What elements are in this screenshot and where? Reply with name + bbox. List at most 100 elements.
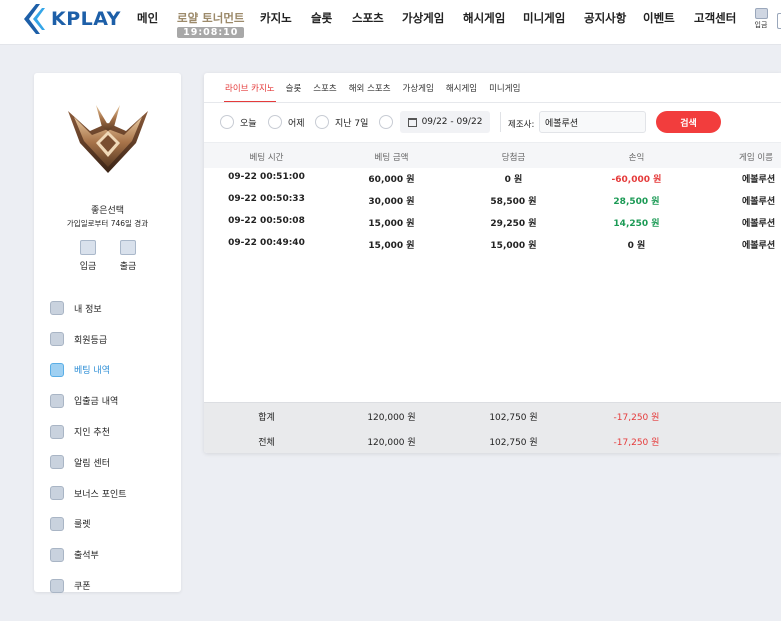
nav-customer-center[interactable]: 고객센터 [694,10,736,26]
nav-royal-tournament[interactable]: 로얄 토너먼트 19:08:10 [177,10,245,38]
column-bet-time: 베팅 시간 [249,153,284,163]
deposit-button[interactable]: 입금 [76,240,100,272]
menu-item-attendance[interactable]: 출석부 [50,539,175,570]
date-range-value: 09/22 - 09/22 [421,117,483,127]
bet-time: 09-22 00:50:33 [228,194,305,204]
filter-bar: 오늘 어제 지난 7일 09/22 - 09/22 제조사: 검색 [204,104,781,142]
game-category-tabs: 라이브 카지노 슬롯 스포츠 해외 스포츠 가상게임 해시게임 미니게임 [224,73,532,103]
column-bet-amount: 베팅 금액 [374,153,409,163]
column-profit-loss: 손익 [628,153,645,163]
filter-yesterday-label: 어제 [288,118,305,129]
winnings: 58,500 원 [490,197,537,207]
tab-hash-game[interactable]: 해시게임 [446,82,477,103]
logo-chevron-icon [24,4,45,34]
menu-item-coupon[interactable]: 쿠폰 [50,570,175,601]
nav-hash-game[interactable]: 해시게임 [463,10,505,26]
bet-time: 09-22 00:49:40 [228,238,305,248]
nav-main[interactable]: 메인 [137,10,158,26]
menu-item-transaction-history[interactable]: 입출금 내역 [50,385,175,416]
search-button[interactable]: 검색 [656,111,721,133]
deposit-icon [754,8,768,19]
tab-virtual-game[interactable]: 가상게임 [403,82,434,103]
nav-mini-game[interactable]: 미니게임 [523,10,565,26]
withdraw-label: 출금 [119,262,137,272]
profit-loss: 28,500 원 [613,197,660,207]
tab-mini-game[interactable]: 미니게임 [489,82,520,103]
game-name: 에볼루션 [742,241,776,251]
menu-item-label: 내 정보 [74,304,102,315]
nav-sports[interactable]: 스포츠 [352,10,384,26]
bet-time: 09-22 00:50:08 [228,216,305,226]
winnings: 29,250 원 [490,219,537,229]
menu-item-label: 알림 센터 [74,458,110,469]
game-name: 에볼루션 [742,175,776,185]
table-row: 09-22 00:49:40 15,000 원 15,000 원 0 원 에볼루… [204,234,781,256]
total-row: 전체 120,000 원 102,750 원 -17,250 원 [204,428,781,453]
nav-virtual-game[interactable]: 가상게임 [402,10,444,26]
withdraw-button[interactable]: 출금 [116,240,140,272]
nav-edge-icon[interactable] [777,13,781,29]
bet-amount: 60,000 원 [368,175,415,185]
menu-item-label: 출석부 [74,551,99,562]
tournament-timer: 19:08:10 [177,27,245,38]
bet-time: 09-22 00:51:00 [228,172,305,182]
table-row: 09-22 00:50:33 30,000 원 58,500 원 28,500 … [204,190,781,212]
nav-casino[interactable]: 카지노 [260,10,292,26]
nav-notice[interactable]: 공지사항 [584,10,626,26]
deposit-label: 입금 [79,262,97,272]
menu-item-my-info[interactable]: 내 정보 [50,293,175,324]
column-game-name: 게임 이름 [739,153,773,163]
subtotal-profit-loss: -17,250 원 [613,413,660,423]
nav-event[interactable]: 이벤트 [643,10,675,26]
filter-last7-radio[interactable]: 지난 7일 [315,115,368,129]
bet-amount: 15,000 원 [368,241,415,251]
tab-overseas-sports[interactable]: 해외 스포츠 [349,82,391,103]
filter-custom-radio[interactable] [379,115,399,129]
nav-slot[interactable]: 슬롯 [311,10,332,26]
radio-circle [268,115,282,129]
account-menu: 내 정보 회원등급 베팅 내역 입출금 내역 지인 추천 알림 센터 보너스 포… [50,293,175,601]
menu-item-label: 지인 추천 [74,428,110,439]
maker-label: 제조사: [508,120,535,130]
menu-item-label: 룰렛 [74,520,91,531]
menu-item-betting-history[interactable]: 베팅 내역 [50,355,175,386]
calendar-icon [407,117,417,127]
table-footer: 합계 120,000 원 102,750 원 -17,250 원 전체 120,… [204,402,781,453]
menu-item-referral[interactable]: 지인 추천 [50,416,175,447]
filter-divider [500,112,501,132]
subtotal-label: 합계 [258,413,275,423]
table-header: 베팅 시간 베팅 금액 당첨금 손익 게임 이름 [204,142,781,168]
total-winnings: 102,750 원 [489,438,538,448]
maker-input[interactable] [539,111,646,133]
tab-sports[interactable]: 스포츠 [313,82,336,103]
nav-deposit-button[interactable]: 입금 [752,8,770,30]
chat-icon [50,455,64,470]
withdraw-icon [120,240,136,255]
profit-loss: 14,250 원 [613,219,660,229]
user-name: 좋은선택 [90,206,125,216]
menu-item-member-grade[interactable]: 회원등급 [50,324,175,355]
recommend-icon [50,424,64,439]
top-navigation: KPLAY 메인 로얄 토너먼트 19:08:10 카지노 슬롯 스포츠 가상게… [0,0,781,45]
menu-item-notifications[interactable]: 알림 센터 [50,447,175,478]
column-winnings: 당첨금 [501,153,526,163]
wallet-icon [50,393,64,408]
date-range-picker[interactable]: 09/22 - 09/22 [400,111,490,133]
menu-item-label: 입출금 내역 [74,397,119,408]
kplay-logo[interactable]: KPLAY [22,4,122,34]
subtotal-bet: 120,000 원 [367,413,416,423]
tab-slot[interactable]: 슬롯 [286,82,302,103]
filter-today-radio[interactable]: 오늘 [220,115,257,129]
profit-loss: -60,000 원 [611,175,662,185]
radio-circle [315,115,329,129]
menu-item-label: 보너스 포인트 [74,489,127,500]
filter-today-label: 오늘 [240,118,257,129]
betting-history-panel: 라이브 카지노 슬롯 스포츠 해외 스포츠 가상게임 해시게임 미니게임 오늘 … [204,73,781,453]
menu-item-bonus-points[interactable]: 보너스 포인트 [50,478,175,509]
subtotal-winnings: 102,750 원 [489,413,538,423]
tab-live-casino[interactable]: 라이브 카지노 [224,82,276,103]
table-row: 09-22 00:51:00 60,000 원 0 원 -60,000 원 에볼… [204,168,781,190]
filter-yesterday-radio[interactable]: 어제 [268,115,305,129]
menu-item-roulette[interactable]: 룰렛 [50,509,175,540]
roulette-icon [50,516,64,531]
